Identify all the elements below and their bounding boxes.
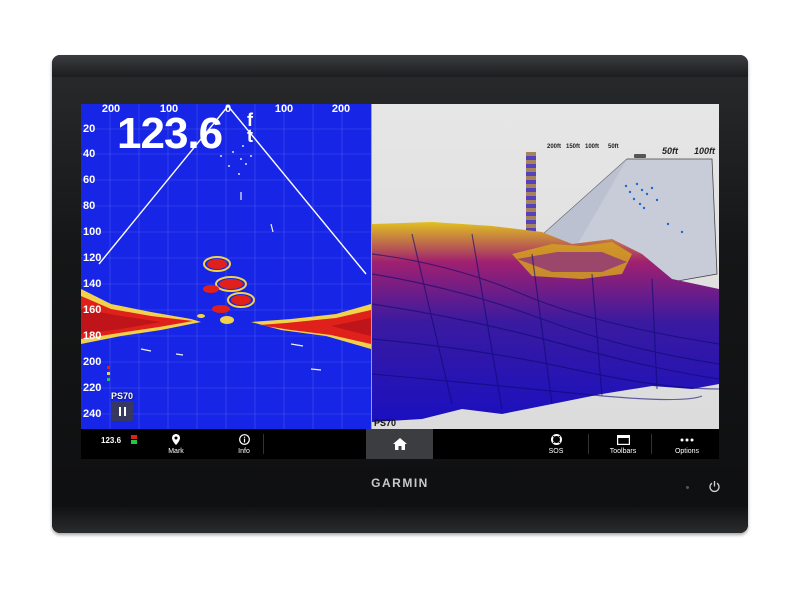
transducer-label: PS70 <box>111 391 134 401</box>
scale-label: 100ft <box>585 144 600 150</box>
options-label: Options <box>674 447 700 455</box>
depth-tick: 160 <box>83 304 102 316</box>
info-label: Info <box>238 447 250 455</box>
home-button[interactable] <box>366 429 433 459</box>
depth-mini-value: 123.6 <box>101 436 122 445</box>
scale-label: 150ft <box>566 144 581 150</box>
sonar-3d-panel[interactable]: 200ft 150ft 100ft 50ft 50ft 100ft PS70 <box>372 104 719 429</box>
pause-button[interactable] <box>111 401 133 421</box>
depth-mini-readout[interactable]: 123.6 <box>101 436 121 445</box>
scale-label: 200ft <box>547 144 562 150</box>
map-pin-icon <box>172 434 180 446</box>
sos-label: SOS <box>548 447 564 455</box>
power-icon[interactable] <box>708 480 721 493</box>
toolbar-separator <box>588 434 589 454</box>
pause-icon <box>123 406 126 416</box>
status-led <box>686 486 689 489</box>
toolbars-button[interactable]: Toolbars <box>601 429 645 459</box>
mark-button[interactable]: Mark <box>161 429 191 459</box>
more-dots-icon <box>680 434 694 446</box>
range-tick: 100 <box>274 104 294 115</box>
mark-label: Mark <box>168 447 184 455</box>
brand-logo: GARMIN <box>371 476 429 490</box>
device-bezel-bottom <box>52 507 748 533</box>
depth-tick: 120 <box>83 252 102 264</box>
depth-tick: 80 <box>83 200 96 212</box>
depth-tick: 180 <box>83 330 102 342</box>
info-button[interactable]: Info <box>229 429 259 459</box>
toolbar-separator <box>263 434 264 454</box>
options-button[interactable]: Options <box>667 429 707 459</box>
depth-readout: 123.6 <box>117 109 223 158</box>
range-label: 100ft <box>694 146 716 156</box>
depth-unit: ft <box>247 110 253 146</box>
range-label: 50ft <box>662 146 679 156</box>
depth-tick: 60 <box>83 174 96 186</box>
range-tick: 0 <box>224 104 232 115</box>
lifebuoy-icon <box>550 434 562 446</box>
depth-tick: 40 <box>83 148 96 160</box>
transducer-label-3d: PS70 <box>374 418 397 428</box>
home-icon <box>392 438 407 450</box>
depth-tick: 220 <box>83 382 102 394</box>
sos-button[interactable]: SOS <box>541 429 571 459</box>
depth-tick: 20 <box>83 123 96 135</box>
depth-mini-indicator-icon <box>131 435 137 444</box>
pause-icon <box>118 406 121 416</box>
toolbars-label: Toolbars <box>609 447 637 455</box>
toolbars-icon <box>616 434 630 446</box>
depth-tick: 140 <box>83 278 102 290</box>
depth-tick: 100 <box>83 226 102 238</box>
scale-label: 50ft <box>608 144 619 150</box>
chartplotter-device: 200 100 0 100 200 20 40 60 80 100 120 14… <box>52 55 748 533</box>
info-icon <box>238 434 250 446</box>
display-screen: 200 100 0 100 200 20 40 60 80 100 120 14… <box>81 104 719 459</box>
depth-tick: 240 <box>83 408 102 420</box>
depth-tick: 200 <box>83 356 102 368</box>
bottom-toolbar: 123.6 Mark Info SOS Toolbars Options <box>81 429 719 459</box>
range-tick: 200 <box>331 104 351 115</box>
toolbar-separator <box>651 434 652 454</box>
sonar-2d-panel[interactable]: 200 100 0 100 200 20 40 60 80 100 120 14… <box>81 104 371 429</box>
